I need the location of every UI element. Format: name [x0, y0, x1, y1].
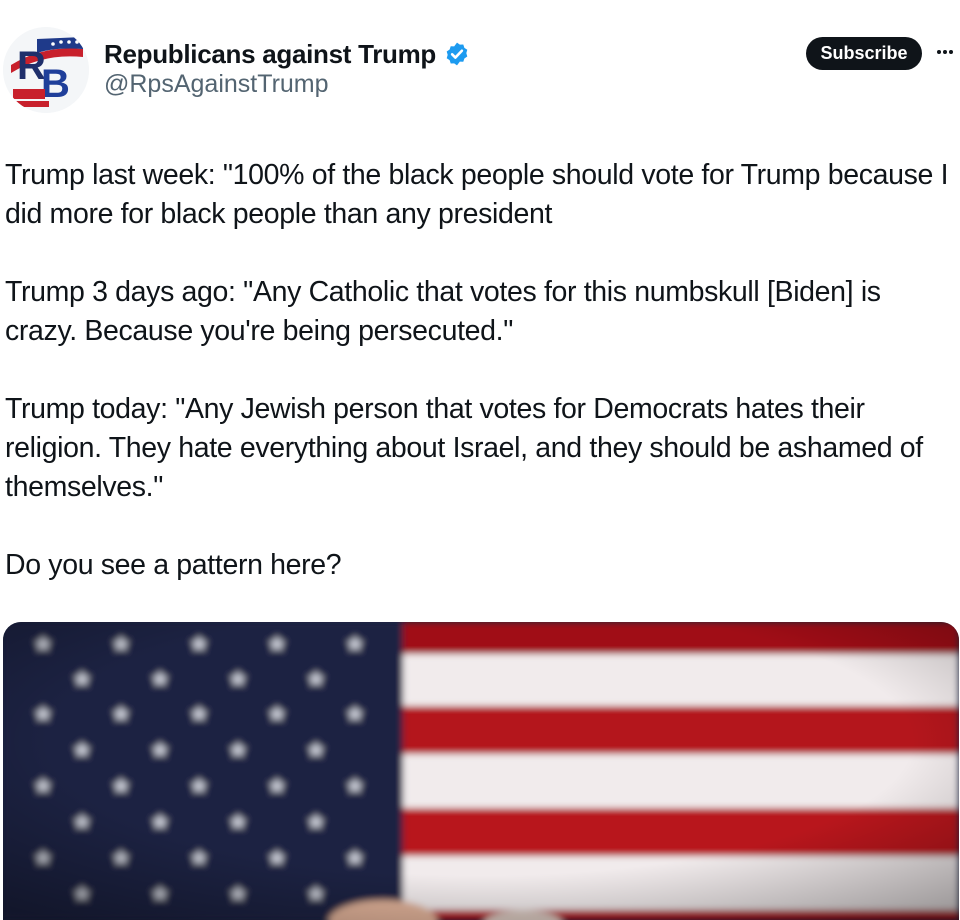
tweet-paragraph: Trump last week: "100% of the black peop… [5, 159, 949, 230]
tweet-paragraph: Trump 3 days ago: "Any Catholic that vot… [5, 276, 881, 347]
display-name[interactable]: Republicans against Trump [104, 39, 436, 70]
svg-text:B: B [41, 62, 70, 106]
avatar[interactable]: R B [3, 27, 89, 113]
tweet-paragraph: Do you see a pattern here? [5, 549, 342, 581]
verified-badge-icon [444, 41, 470, 67]
author-handle[interactable]: @RpsAgainstTrump [104, 70, 329, 99]
tweet: R B Republicans against Trump @RpsAgains… [0, 0, 960, 920]
rb-logo-icon: R B [3, 27, 89, 113]
more-horizontal-icon[interactable] [935, 42, 955, 62]
tweet-media-photo[interactable] [3, 622, 959, 920]
american-flag-image [3, 622, 959, 920]
author-name-row: Republicans against Trump [104, 36, 470, 72]
subscribe-button[interactable]: Subscribe [806, 37, 922, 70]
tweet-text: Trump last week: "100% of the black peop… [5, 156, 960, 585]
tweet-paragraph: Trump today: "Any Jewish person that vot… [5, 393, 923, 503]
